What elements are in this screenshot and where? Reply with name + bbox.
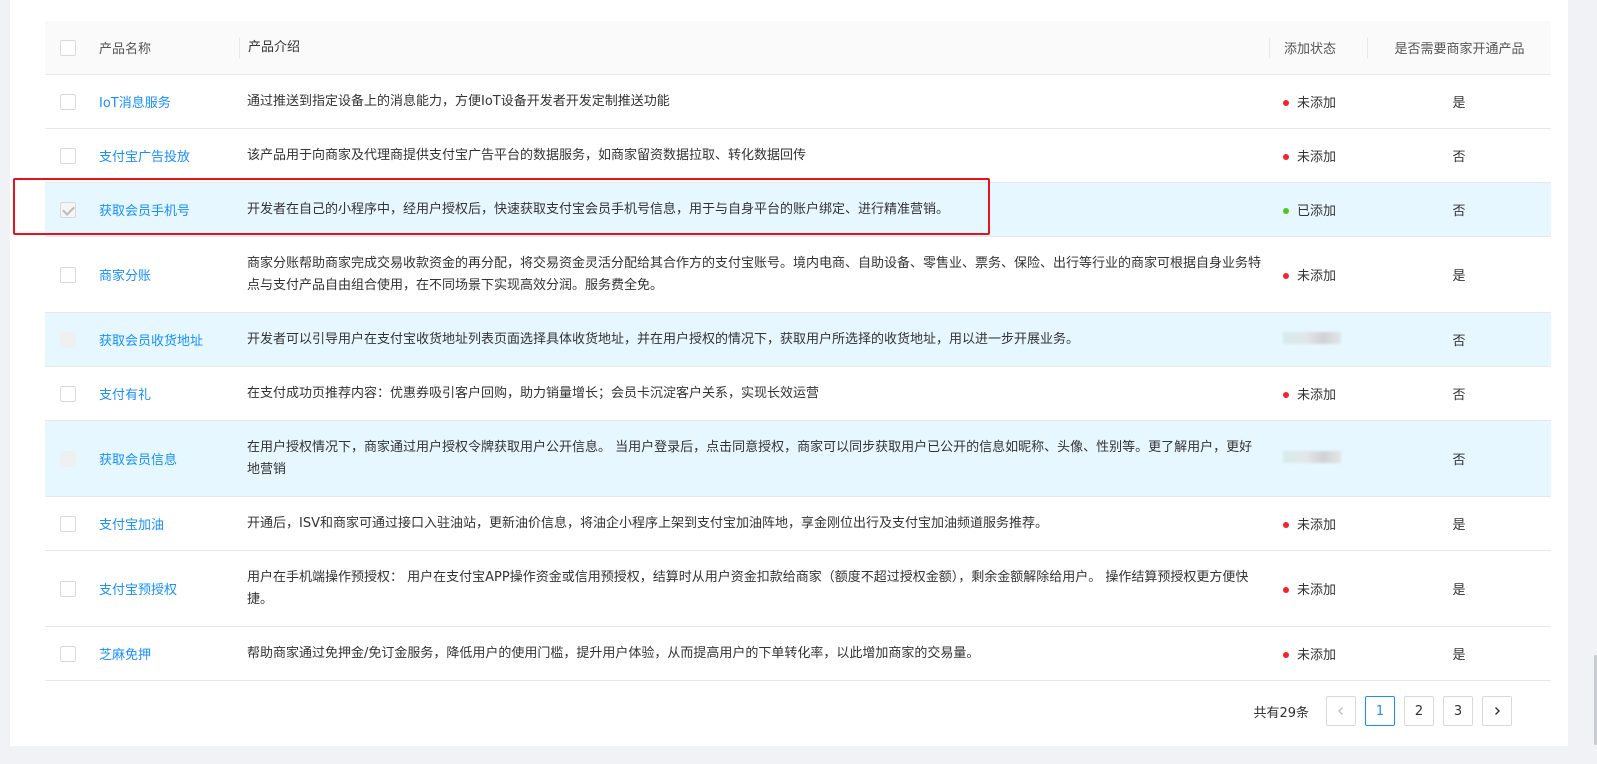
needs-merchant-open: 否 (1452, 150, 1466, 165)
product-list-card: 产品名称 产品介绍 添加状态 是否需要商家开通产品 IoT消息服务 通过推送到指… (10, 0, 1568, 746)
table-row: 支付有礼 在支付成功页推荐内容：优惠券吸引客户回购，助力销量增长；会员卡沉淀客户… (45, 367, 1551, 421)
product-desc: 在用户授权情况下，商家通过用户授权令牌获取用户公开信息。 当用户登录后，点击同意… (247, 439, 1253, 477)
product-table: 产品名称 产品介绍 添加状态 是否需要商家开通产品 IoT消息服务 通过推送到指… (45, 21, 1551, 681)
needs-merchant-open: 否 (1452, 204, 1466, 219)
row-checkbox[interactable] (60, 385, 76, 402)
product-desc: 在支付成功页推荐内容：优惠券吸引客户回购，助力销量增长；会员卡沉淀客户关系，实现… (247, 385, 820, 401)
page-button-3[interactable]: 3 (1443, 696, 1473, 726)
status-dot-icon (1283, 153, 1289, 160)
product-name-link[interactable]: 商家分账 (91, 265, 239, 284)
product-name-link[interactable]: 支付有礼 (91, 384, 239, 403)
status-badge: 未添加 (1269, 92, 1367, 111)
chevron-right-icon (1495, 707, 1500, 715)
product-desc: 商家分账帮助商家完成交易收款资金的再分配，将交易资金灵活分配给其合作方的支付宝账… (247, 255, 1262, 293)
blurred-status (1283, 450, 1341, 463)
row-checkbox[interactable] (60, 147, 76, 164)
table-row: 支付宝预授权 用户在手机端操作预授权： 用户在支付宝APP操作资金或信用预授权，… (45, 551, 1551, 627)
needs-merchant-open: 是 (1452, 518, 1466, 533)
product-name-link[interactable]: 获取会员信息 (91, 449, 239, 468)
page-button-1[interactable]: 1 (1365, 696, 1395, 726)
needs-merchant-open: 是 (1452, 96, 1466, 111)
status-dot-icon (1283, 99, 1289, 106)
product-desc: 该产品用于向商家及代理商提供支付宝广告平台的数据服务，如商家留资数据拉取、转化数… (247, 147, 807, 163)
product-desc: 开发者在自己的小程序中，经用户授权后，快速获取支付宝会员手机号信息，用于与自身平… (247, 201, 950, 217)
table-row: 支付宝广告投放 该产品用于向商家及代理商提供支付宝广告平台的数据服务，如商家留资… (45, 129, 1551, 183)
row-checkbox[interactable] (60, 580, 76, 597)
status-dot-icon (1283, 651, 1289, 658)
status-badge: 未添加 (1269, 644, 1367, 663)
product-desc: 开通后，ISV和商家可通过接口入驻油站，更新油价信息，将油企小程序上架到支付宝加… (247, 515, 1048, 531)
status-badge: 未添加 (1269, 146, 1367, 165)
status-badge: 未添加 (1269, 384, 1367, 403)
chevron-left-icon (1338, 707, 1343, 715)
pagination: 共有29条 1 2 3 (1253, 696, 1512, 726)
status-badge-obscured (1269, 331, 1367, 348)
status-badge-obscured (1269, 450, 1367, 467)
table-row: 支付宝加油 开通后，ISV和商家可通过接口入驻油站，更新油价信息，将油企小程序上… (45, 497, 1551, 551)
blurred-status (1283, 331, 1341, 344)
product-desc: 通过推送到指定设备上的消息能力，方便IoT设备开发者开发定制推送功能 (247, 93, 670, 109)
header-open: 是否需要商家开通产品 (1367, 37, 1551, 58)
row-checkbox[interactable] (60, 266, 76, 283)
row-checkbox[interactable] (60, 515, 76, 532)
needs-merchant-open: 否 (1452, 388, 1466, 403)
needs-merchant-open: 是 (1452, 583, 1466, 598)
header-status: 添加状态 (1269, 37, 1367, 58)
status-badge: 未添加 (1269, 265, 1367, 284)
table-row: 商家分账 商家分账帮助商家完成交易收款资金的再分配，将交易资金灵活分配给其合作方… (45, 237, 1551, 313)
product-name-link[interactable]: 支付宝预授权 (91, 579, 239, 598)
status-dot-icon (1283, 207, 1289, 214)
prev-page-button[interactable] (1326, 696, 1356, 726)
product-desc: 帮助商家通过免押金/免订金服务，降低用户的使用门槛，提升用户体验，从而提高用户的… (247, 645, 980, 661)
product-name-link[interactable]: 芝麻免押 (91, 644, 239, 663)
product-name-link[interactable]: IoT消息服务 (91, 92, 239, 111)
select-all-cell (45, 38, 91, 58)
status-dot-icon (1283, 391, 1289, 398)
select-all-checkbox[interactable] (60, 39, 76, 56)
needs-merchant-open: 是 (1452, 648, 1466, 663)
status-badge: 未添加 (1269, 514, 1367, 533)
row-checkbox (60, 450, 76, 467)
status-dot-icon (1283, 272, 1289, 279)
table-row: 芝麻免押 帮助商家通过免押金/免订金服务，降低用户的使用门槛，提升用户体验，从而… (45, 627, 1551, 681)
table-row: 获取会员收货地址 开发者可以引导用户在支付宝收货地址列表页面选择具体收货地址，并… (45, 313, 1551, 367)
table-row: IoT消息服务 通过推送到指定设备上的消息能力，方便IoT设备开发者开发定制推送… (45, 75, 1551, 129)
row-checkbox[interactable] (60, 93, 76, 110)
product-desc: 用户在手机端操作预授权： 用户在支付宝APP操作资金或信用预授权，结算时从用户资… (247, 569, 1249, 607)
next-page-button[interactable] (1482, 696, 1512, 726)
status-dot-icon (1283, 521, 1289, 528)
status-badge: 未添加 (1269, 579, 1367, 598)
header-name: 产品名称 (99, 42, 152, 57)
table-header: 产品名称 产品介绍 添加状态 是否需要商家开通产品 (45, 21, 1551, 75)
product-name-link[interactable]: 获取会员手机号 (91, 200, 239, 219)
product-name-link[interactable]: 支付宝广告投放 (91, 146, 239, 165)
status-badge: 已添加 (1269, 200, 1367, 219)
product-name-link[interactable]: 支付宝加油 (91, 514, 239, 533)
row-checkbox-checked (60, 201, 76, 218)
total-count: 共有29条 (1253, 705, 1309, 721)
page-button-2[interactable]: 2 (1404, 696, 1434, 726)
product-name-link[interactable]: 获取会员收货地址 (91, 330, 239, 349)
table-row: 获取会员手机号 开发者在自己的小程序中，经用户授权后，快速获取支付宝会员手机号信… (45, 183, 1551, 237)
row-checkbox[interactable] (60, 645, 76, 662)
needs-merchant-open: 否 (1452, 334, 1466, 349)
needs-merchant-open: 是 (1452, 269, 1466, 284)
header-desc: 产品介绍 (239, 37, 1269, 58)
product-desc: 开发者可以引导用户在支付宝收货地址列表页面选择具体收货地址，并在用户授权的情况下… (247, 331, 1080, 347)
row-checkbox (60, 331, 76, 348)
table-row: 获取会员信息 在用户授权情况下，商家通过用户授权令牌获取用户公开信息。 当用户登… (45, 421, 1551, 497)
needs-merchant-open: 否 (1452, 453, 1466, 468)
status-dot-icon (1283, 586, 1289, 593)
